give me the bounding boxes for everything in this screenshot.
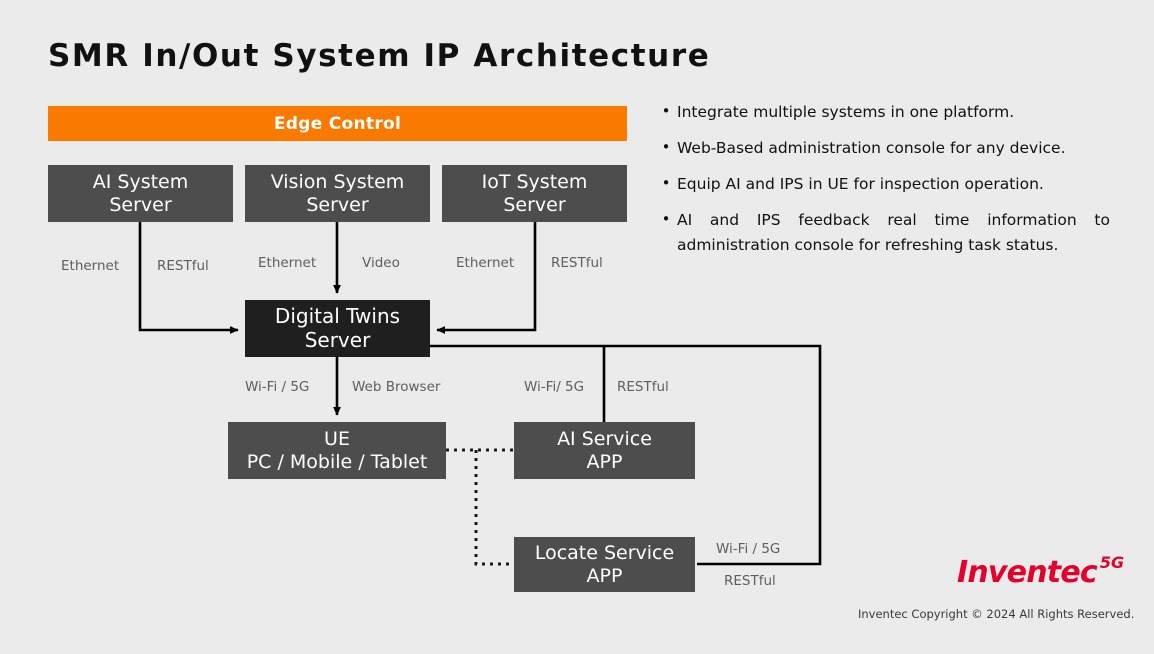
node-locate-service-app-line2: APP xyxy=(586,564,623,587)
link-label-iot-ethernet: Ethernet xyxy=(456,255,515,271)
inventec-logo: Inventec 5G xyxy=(957,553,1125,590)
node-iot-system-server[interactable]: IoT System Server xyxy=(442,165,627,222)
bullet-text: Web-Based administration console for any… xyxy=(677,139,1066,158)
link-label-vision-video: Video xyxy=(362,255,400,271)
node-digital-twins-server-line1: Digital Twins xyxy=(274,303,401,328)
feature-bullet-list: • Integrate multiple systems in one plat… xyxy=(655,100,1110,270)
list-item: • Integrate multiple systems in one plat… xyxy=(655,100,1110,125)
node-ue[interactable]: UE PC / Mobile / Tablet xyxy=(228,422,446,479)
node-ai-system-server-line2: Server xyxy=(109,193,172,216)
link-label-ai-service-restful: RESTful xyxy=(617,379,669,395)
node-ai-service-app[interactable]: AI Service APP xyxy=(514,422,695,479)
link-label-ue-wifi: Wi-Fi / 5G xyxy=(245,379,310,395)
wire-iot-to-digital-twins xyxy=(436,222,537,334)
list-item: • AI and IPS feedback real time informat… xyxy=(655,208,1110,258)
wire-ue-to-locate-service xyxy=(474,450,514,566)
bullet-text: Equip AI and IPS in UE for inspection op… xyxy=(677,175,1044,194)
bullet-text: Integrate multiple systems in one platfo… xyxy=(677,103,1015,121)
copyright-text: Inventec Copyright © 2024 All Rights Res… xyxy=(858,607,1135,621)
bullet-dot-icon: • xyxy=(661,102,671,120)
link-label-ue-web-browser: Web Browser xyxy=(352,379,441,395)
node-digital-twins-server[interactable]: Digital Twins Server xyxy=(245,300,430,357)
node-ai-service-app-line2: APP xyxy=(586,450,623,473)
link-label-vision-ethernet: Ethernet xyxy=(258,255,317,271)
edge-control-label: Edge Control xyxy=(273,113,402,134)
bullet-dot-icon: • xyxy=(661,138,671,157)
page-title: SMR In/Out System IP Architecture xyxy=(48,38,711,74)
node-iot-system-server-line2: Server xyxy=(503,193,566,216)
node-digital-twins-server-line2: Server xyxy=(304,327,371,352)
slide-canvas: SMR In/Out System IP Architecture Edge C… xyxy=(0,0,1154,654)
link-label-iot-restful: RESTful xyxy=(551,255,603,271)
node-iot-system-server-line1: IoT System xyxy=(481,171,588,194)
bullet-text: AI and IPS feedback real time informatio… xyxy=(677,211,1110,255)
list-item: • Web-Based administration console for a… xyxy=(655,136,1110,161)
node-locate-service-app[interactable]: Locate Service APP xyxy=(514,537,695,592)
link-label-locate-wifi: Wi-Fi / 5G xyxy=(716,541,781,557)
link-label-ai-restful: RESTful xyxy=(157,258,209,274)
wire-ai-system-to-digital-twins xyxy=(138,222,239,334)
edge-control-banner: Edge Control xyxy=(48,106,627,141)
link-label-ai-service-wifi: Wi-Fi/ 5G xyxy=(524,379,585,395)
node-ai-system-server-line1: AI System xyxy=(92,171,189,194)
node-ai-service-app-line1: AI Service xyxy=(557,428,652,451)
node-vision-system-server[interactable]: Vision System Server xyxy=(245,165,430,222)
inventec-logo-wordmark: Inventec xyxy=(957,555,1098,590)
link-label-ai-ethernet: Ethernet xyxy=(61,258,120,274)
list-item: • Equip AI and IPS in UE for inspection … xyxy=(655,172,1110,197)
node-locate-service-app-line1: Locate Service xyxy=(534,542,675,565)
node-vision-system-server-line2: Server xyxy=(306,193,369,216)
bullet-dot-icon: • xyxy=(661,210,671,229)
link-label-locate-restful: RESTful xyxy=(724,573,776,589)
node-ai-system-server[interactable]: AI System Server xyxy=(48,165,233,222)
node-ue-line1: UE xyxy=(324,428,350,451)
bullet-dot-icon: • xyxy=(661,174,671,193)
node-ue-line2: PC / Mobile / Tablet xyxy=(246,450,428,473)
node-vision-system-server-line1: Vision System xyxy=(270,171,405,194)
inventec-logo-5g-badge: 5G xyxy=(1099,553,1125,572)
